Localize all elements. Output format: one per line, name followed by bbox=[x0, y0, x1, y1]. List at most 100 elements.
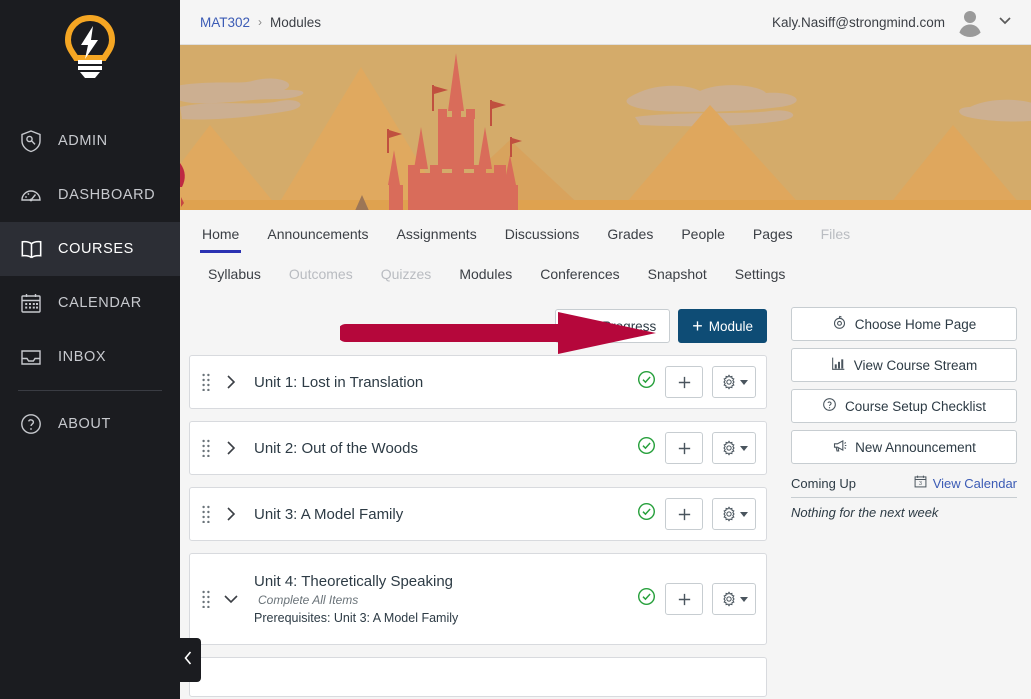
inbox-tray-icon bbox=[16, 342, 46, 372]
drag-handle-icon[interactable] bbox=[198, 439, 214, 457]
published-check-icon[interactable] bbox=[637, 370, 656, 394]
sidebar-item-about[interactable]: ABOUT bbox=[0, 397, 180, 451]
gear-icon bbox=[722, 440, 735, 456]
collapse-sidebar-button[interactable] bbox=[175, 638, 201, 682]
drag-handle-icon[interactable] bbox=[198, 590, 214, 608]
drag-handle-icon[interactable] bbox=[198, 505, 214, 523]
add-item-button[interactable] bbox=[665, 498, 703, 530]
chevron-right-icon[interactable] bbox=[214, 373, 248, 391]
breadcrumb: MAT302 › Modules bbox=[200, 15, 321, 30]
sidebar-item-admin[interactable]: ADMIN bbox=[0, 114, 180, 168]
side-button-label: View Course Stream bbox=[853, 357, 978, 373]
tab-people[interactable]: People bbox=[667, 226, 739, 253]
megaphone-icon bbox=[832, 438, 847, 456]
module-row[interactable] bbox=[189, 657, 767, 697]
question-circle-icon bbox=[822, 397, 837, 415]
canvas-app: ADMIN DASHBOARD COURSES CALENDAR INBOX A… bbox=[0, 0, 1031, 699]
bar-chart-icon bbox=[831, 356, 846, 374]
tab-home[interactable]: Home bbox=[188, 226, 253, 253]
tab-settings[interactable]: Settings bbox=[721, 266, 800, 293]
tab-assignments[interactable]: Assignments bbox=[383, 226, 491, 253]
module-settings-button[interactable] bbox=[712, 432, 756, 464]
module-row[interactable]: Unit 4: Theoretically Speaking Complete … bbox=[189, 553, 767, 645]
tab-snapshot[interactable]: Snapshot bbox=[634, 266, 721, 293]
calendar-icon bbox=[16, 288, 46, 318]
module-settings-button[interactable] bbox=[712, 366, 756, 398]
user-email-label: Kaly.Nasiff@strongmind.com bbox=[771, 14, 945, 30]
shield-wrench-icon bbox=[16, 126, 46, 156]
nav-divider bbox=[18, 390, 162, 391]
module-title-box: Unit 3: A Model Family bbox=[248, 506, 637, 523]
module-row[interactable]: Unit 1: Lost in Translation bbox=[189, 355, 767, 409]
new-announcement-button[interactable]: New Announcement bbox=[791, 430, 1017, 464]
tab-announcements[interactable]: Announcements bbox=[253, 226, 382, 253]
modules-list: Unit 1: Lost in Translation Unit 2: Out … bbox=[189, 355, 777, 697]
breadcrumb-course-link[interactable]: MAT302 bbox=[200, 15, 250, 30]
tab-pages[interactable]: Pages bbox=[739, 226, 807, 253]
tab-conferences[interactable]: Conferences bbox=[526, 266, 633, 293]
module-row-actions bbox=[637, 583, 756, 615]
module-requirement-label: Complete All Items bbox=[258, 593, 359, 607]
module-settings-button[interactable] bbox=[712, 498, 756, 530]
sidebar-item-label: ADMIN bbox=[58, 133, 108, 149]
published-check-icon[interactable] bbox=[637, 436, 656, 460]
add-item-button[interactable] bbox=[665, 366, 703, 398]
breadcrumb-separator: › bbox=[258, 15, 263, 29]
side-button-label: Choose Home Page bbox=[854, 316, 977, 332]
module-title: Unit 2: Out of the Woods bbox=[254, 439, 418, 457]
module-title: Unit 1: Lost in Translation bbox=[254, 373, 424, 391]
tab-syllabus[interactable]: Syllabus bbox=[194, 266, 275, 293]
gear-icon bbox=[722, 506, 735, 522]
sidebar-item-calendar[interactable]: CALENDAR bbox=[0, 276, 180, 330]
sidebar-item-dashboard[interactable]: DASHBOARD bbox=[0, 168, 180, 222]
module-row[interactable]: Unit 2: Out of the Woods bbox=[189, 421, 767, 475]
module-actions-toolbar: View Progress + Module bbox=[189, 307, 777, 345]
sidebar-item-inbox[interactable]: INBOX bbox=[0, 330, 180, 384]
module-title: Unit 3: A Model Family bbox=[254, 505, 404, 523]
view-progress-button[interactable]: View Progress bbox=[555, 309, 671, 343]
add-item-button[interactable] bbox=[665, 583, 703, 615]
view-calendar-link[interactable]: 3 View Calendar bbox=[913, 474, 1017, 492]
chevron-right-icon[interactable] bbox=[214, 439, 248, 457]
module-row[interactable]: Unit 3: A Model Family bbox=[189, 487, 767, 541]
logo[interactable] bbox=[0, 0, 180, 100]
course-navigation: Home Announcements Assignments Discussio… bbox=[180, 210, 1031, 293]
global-navigation: ADMIN DASHBOARD COURSES CALENDAR INBOX A… bbox=[0, 0, 201, 699]
published-check-icon[interactable] bbox=[637, 502, 656, 526]
module-title-box: Unit 2: Out of the Woods bbox=[248, 440, 637, 457]
gear-icon bbox=[722, 374, 735, 390]
course-setup-checklist-button[interactable]: Course Setup Checklist bbox=[791, 389, 1017, 423]
chevron-down-icon bbox=[739, 596, 748, 602]
course-sidebar: Choose Home Page View Course Stream Cour… bbox=[777, 307, 1017, 699]
tab-discussions[interactable]: Discussions bbox=[491, 226, 594, 253]
view-calendar-label: View Calendar bbox=[932, 475, 1017, 491]
chevron-right-icon[interactable] bbox=[214, 505, 248, 523]
lightbulb-logo-icon bbox=[64, 14, 116, 86]
drag-handle-icon[interactable] bbox=[198, 373, 214, 391]
view-course-stream-button[interactable]: View Course Stream bbox=[791, 348, 1017, 382]
add-item-button[interactable] bbox=[665, 432, 703, 464]
add-module-label: Module bbox=[708, 318, 753, 334]
sidebar-item-courses[interactable]: COURSES bbox=[0, 222, 180, 276]
tab-grades[interactable]: Grades bbox=[593, 226, 667, 253]
side-button-label: Course Setup Checklist bbox=[844, 398, 987, 414]
sidebar-item-label: COURSES bbox=[58, 241, 134, 257]
chevron-down-icon[interactable] bbox=[214, 590, 248, 608]
tab-files: Files bbox=[820, 226, 851, 242]
top-bar-right: Kaly.Nasiff@strongmind.com bbox=[772, 7, 1015, 37]
module-prerequisites-label: Prerequisites: Unit 3: A Model Family bbox=[254, 611, 459, 625]
user-avatar-icon[interactable] bbox=[955, 7, 985, 37]
add-module-button[interactable]: + Module bbox=[678, 309, 767, 343]
course-tabs-row-2: Syllabus Outcomes Quizzes Modules Confer… bbox=[180, 253, 1031, 293]
choose-home-page-button[interactable]: Choose Home Page bbox=[791, 307, 1017, 341]
gauge-icon bbox=[16, 180, 46, 210]
module-settings-button[interactable] bbox=[712, 583, 756, 615]
course-banner-image bbox=[180, 45, 1031, 210]
chevron-down-icon bbox=[739, 379, 748, 385]
module-title: Unit 4: Theoretically Speaking bbox=[254, 573, 453, 590]
content-area: MAT302 › Modules Kaly.Nasiff@strongmind.… bbox=[180, 0, 1031, 699]
modules-column: View Progress + Module Unit 1: Lost in T… bbox=[180, 307, 777, 699]
tab-modules[interactable]: Modules bbox=[445, 266, 526, 293]
user-menu-chevron-down-icon[interactable] bbox=[995, 10, 1015, 35]
published-check-icon[interactable] bbox=[637, 587, 656, 611]
